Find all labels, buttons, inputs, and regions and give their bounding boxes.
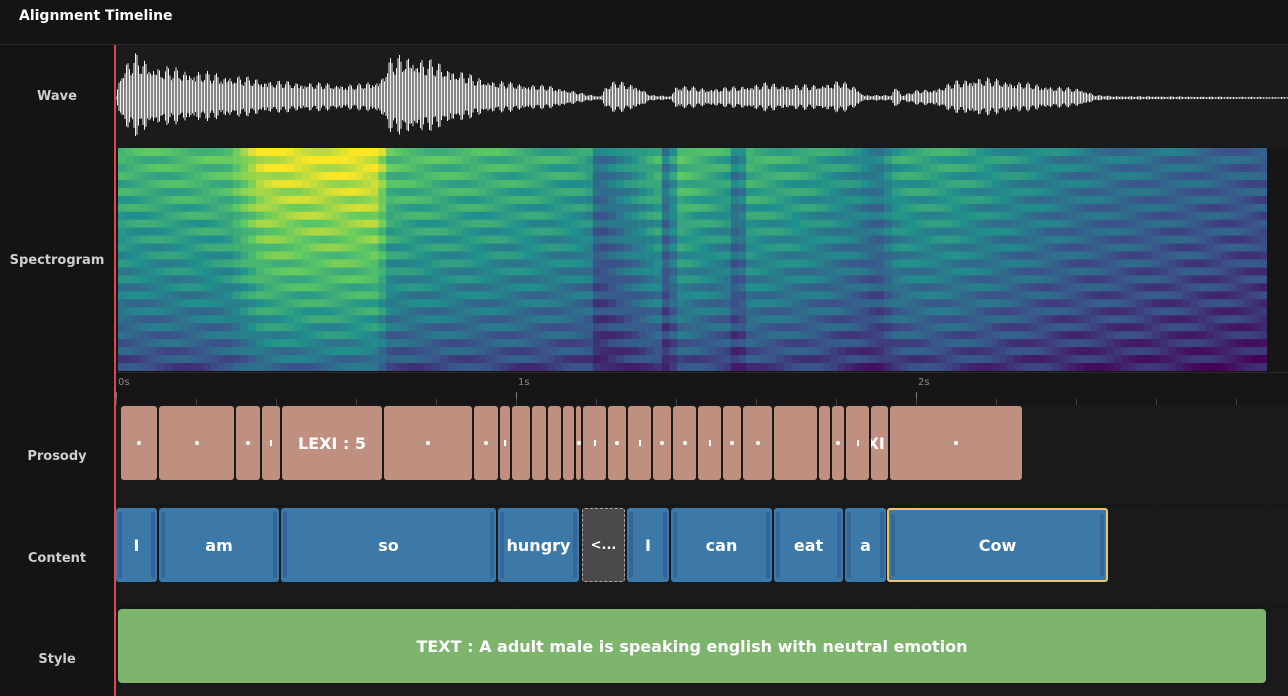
prosody-segment[interactable] — [532, 406, 546, 480]
prosody-segment[interactable] — [608, 406, 626, 480]
prosody-dot-marker — [426, 441, 430, 445]
title-bar: Alignment Timeline — [0, 0, 1288, 45]
content-word-label: eat — [793, 535, 824, 555]
prosody-segment[interactable] — [384, 406, 472, 480]
content-word[interactable]: I — [627, 508, 669, 582]
content-word[interactable]: can — [671, 508, 772, 582]
content-word-label: <... — [590, 537, 617, 553]
prosody-bar-marker — [504, 440, 506, 446]
content-word-label: am — [205, 535, 233, 555]
prosody-bar-marker — [638, 440, 641, 446]
spectrogram[interactable] — [118, 148, 1267, 371]
content-word-label: I — [645, 535, 651, 555]
track-label-style: Style — [38, 652, 76, 667]
content-word[interactable]: so — [281, 508, 496, 582]
track-label-content: Content — [27, 551, 87, 566]
prosody-segment[interactable] — [653, 406, 671, 480]
prosody-segment[interactable] — [832, 406, 844, 480]
content-word-label: a — [860, 535, 871, 555]
prosody-segment[interactable] — [500, 406, 510, 480]
prosody-segment[interactable]: LEXI : 5 — [871, 406, 888, 480]
prosody-bar-marker — [593, 440, 596, 446]
prosody-dot-marker — [682, 441, 687, 445]
track-label-wave: Wave — [37, 89, 77, 104]
prosody-bar-marker — [856, 440, 859, 446]
track-label-prosody: Prosody — [27, 449, 87, 464]
content-word-label: so — [378, 535, 399, 555]
track-labels: Wave Spectrogram Prosody Content Style — [0, 45, 114, 696]
prosody-dot-marker — [576, 441, 581, 445]
style-segment[interactable]: TEXT : A adult male is speaking english … — [118, 609, 1266, 683]
prosody-label: LEXI : 5 — [297, 433, 367, 453]
prosody-label: LEXI : 5 — [871, 433, 888, 453]
prosody-segment[interactable]: LEXI : 5 — [282, 406, 382, 480]
prosody-segment[interactable] — [563, 406, 574, 480]
prosody-dot-marker — [246, 441, 250, 445]
prosody-segment[interactable] — [512, 406, 530, 480]
prosody-segment[interactable] — [262, 406, 280, 480]
prosody-segment[interactable] — [819, 406, 830, 480]
prosody-dot-marker — [615, 441, 619, 445]
prosody-dot-marker — [194, 441, 199, 445]
prosody-dot-marker — [484, 441, 488, 445]
track-label-spectrogram: Spectrogram — [9, 253, 105, 268]
spectrogram-cells — [118, 148, 1267, 371]
content-word[interactable]: hungry — [498, 508, 579, 582]
prosody-bar-marker — [270, 440, 272, 446]
content-word[interactable]: I — [116, 508, 157, 582]
content-word-label: Cow — [978, 535, 1017, 555]
prosody-segment[interactable] — [846, 406, 869, 480]
prosody-segment[interactable] — [548, 406, 561, 480]
ruler-label: 1s — [518, 377, 530, 388]
prosody-dot-marker — [836, 441, 840, 445]
prosody-segment[interactable] — [890, 406, 1022, 480]
prosody-segment[interactable] — [743, 406, 772, 480]
content-word[interactable]: Cow — [887, 508, 1108, 582]
style-text: TEXT : A adult male is speaking english … — [416, 636, 968, 656]
prosody-dot-marker — [954, 441, 958, 445]
prosody-segment[interactable] — [576, 406, 581, 480]
content-word[interactable]: a — [845, 508, 886, 582]
prosody-bar-marker — [708, 440, 711, 446]
playhead[interactable] — [114, 45, 116, 696]
prosody-dot-marker — [137, 441, 141, 445]
prosody-segment[interactable] — [628, 406, 651, 480]
content-word-label: I — [133, 535, 140, 555]
prosody-segment[interactable] — [474, 406, 498, 480]
waveform[interactable] — [116, 46, 1288, 146]
prosody-segment[interactable] — [159, 406, 234, 480]
prosody-dot-marker — [730, 441, 734, 445]
prosody-segment[interactable] — [121, 406, 157, 480]
prosody-dot-marker — [660, 441, 664, 445]
prosody-segment[interactable] — [583, 406, 606, 480]
content-word[interactable]: eat — [774, 508, 843, 582]
page-title: Alignment Timeline — [19, 8, 173, 24]
content-word-label: can — [705, 535, 738, 555]
prosody-segment[interactable] — [698, 406, 721, 480]
content-word-label: hungry — [506, 535, 571, 555]
ruler-label: 0s — [118, 377, 130, 388]
content-word[interactable]: am — [159, 508, 279, 582]
ruler-label: 2s — [918, 377, 930, 388]
content-word[interactable]: <... — [582, 508, 625, 582]
prosody-segment[interactable] — [723, 406, 741, 480]
waveform-path — [116, 53, 1288, 136]
prosody-segment[interactable] — [774, 406, 817, 480]
prosody-segment[interactable] — [236, 406, 260, 480]
time-ruler[interactable]: 0s 1s 2s — [114, 372, 1288, 406]
prosody-dot-marker — [755, 441, 760, 445]
prosody-segment[interactable] — [673, 406, 696, 480]
